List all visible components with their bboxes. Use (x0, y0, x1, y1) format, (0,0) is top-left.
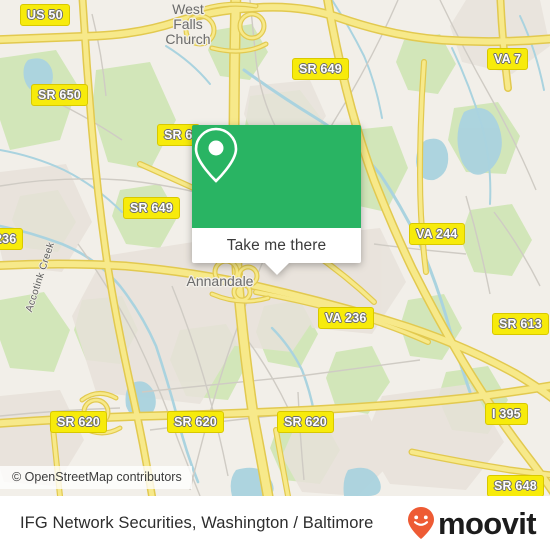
map-screenshot: West Falls Church Annandale Accotink Cre… (0, 0, 550, 550)
map-pin-icon (194, 127, 238, 183)
location-title: IFG Network Securities, Washington / Bal… (20, 513, 374, 532)
destination-popup-card[interactable]: Take me there (192, 125, 361, 275)
map-canvas[interactable]: West Falls Church Annandale Accotink Cre… (0, 0, 550, 496)
popup-image-area (192, 125, 361, 228)
road-shield-va-236: VA 236 (318, 307, 374, 329)
moovit-logo[interactable]: moovit (406, 505, 537, 541)
footer-bar: IFG Network Securities, Washington / Bal… (0, 496, 550, 550)
road-shield-va-244: VA 244 (409, 223, 465, 245)
popup-pointer (264, 263, 289, 275)
road-shield-i-395: I 395 (485, 403, 528, 425)
road-shield-sr-649-west: SR 649 (123, 197, 180, 219)
road-shield-sr-648: SR 648 (487, 475, 544, 496)
moovit-wordmark: moovit (437, 505, 537, 541)
road-shield-us-50: US 50 (20, 4, 70, 26)
road-shield-va-7: VA 7 (487, 48, 529, 70)
road-shield-sr-620-a: SR 620 (50, 411, 107, 433)
road-shield-sr-620-c: SR 620 (277, 411, 334, 433)
road-shield-sr-620-b: SR 620 (167, 411, 224, 433)
road-shield-sr-613: SR 613 (492, 313, 549, 335)
road-shield-236-clipped: 236 (0, 228, 24, 250)
moovit-pin-smile-icon (407, 507, 434, 539)
road-shield-sr-649-north: SR 649 (292, 58, 349, 80)
map-attribution[interactable]: © OpenStreetMap contributors (0, 466, 192, 489)
popup-action-area[interactable]: Take me there (192, 228, 361, 263)
take-me-there-label: Take me there (226, 236, 327, 254)
road-shield-sr-650: SR 650 (31, 84, 88, 106)
